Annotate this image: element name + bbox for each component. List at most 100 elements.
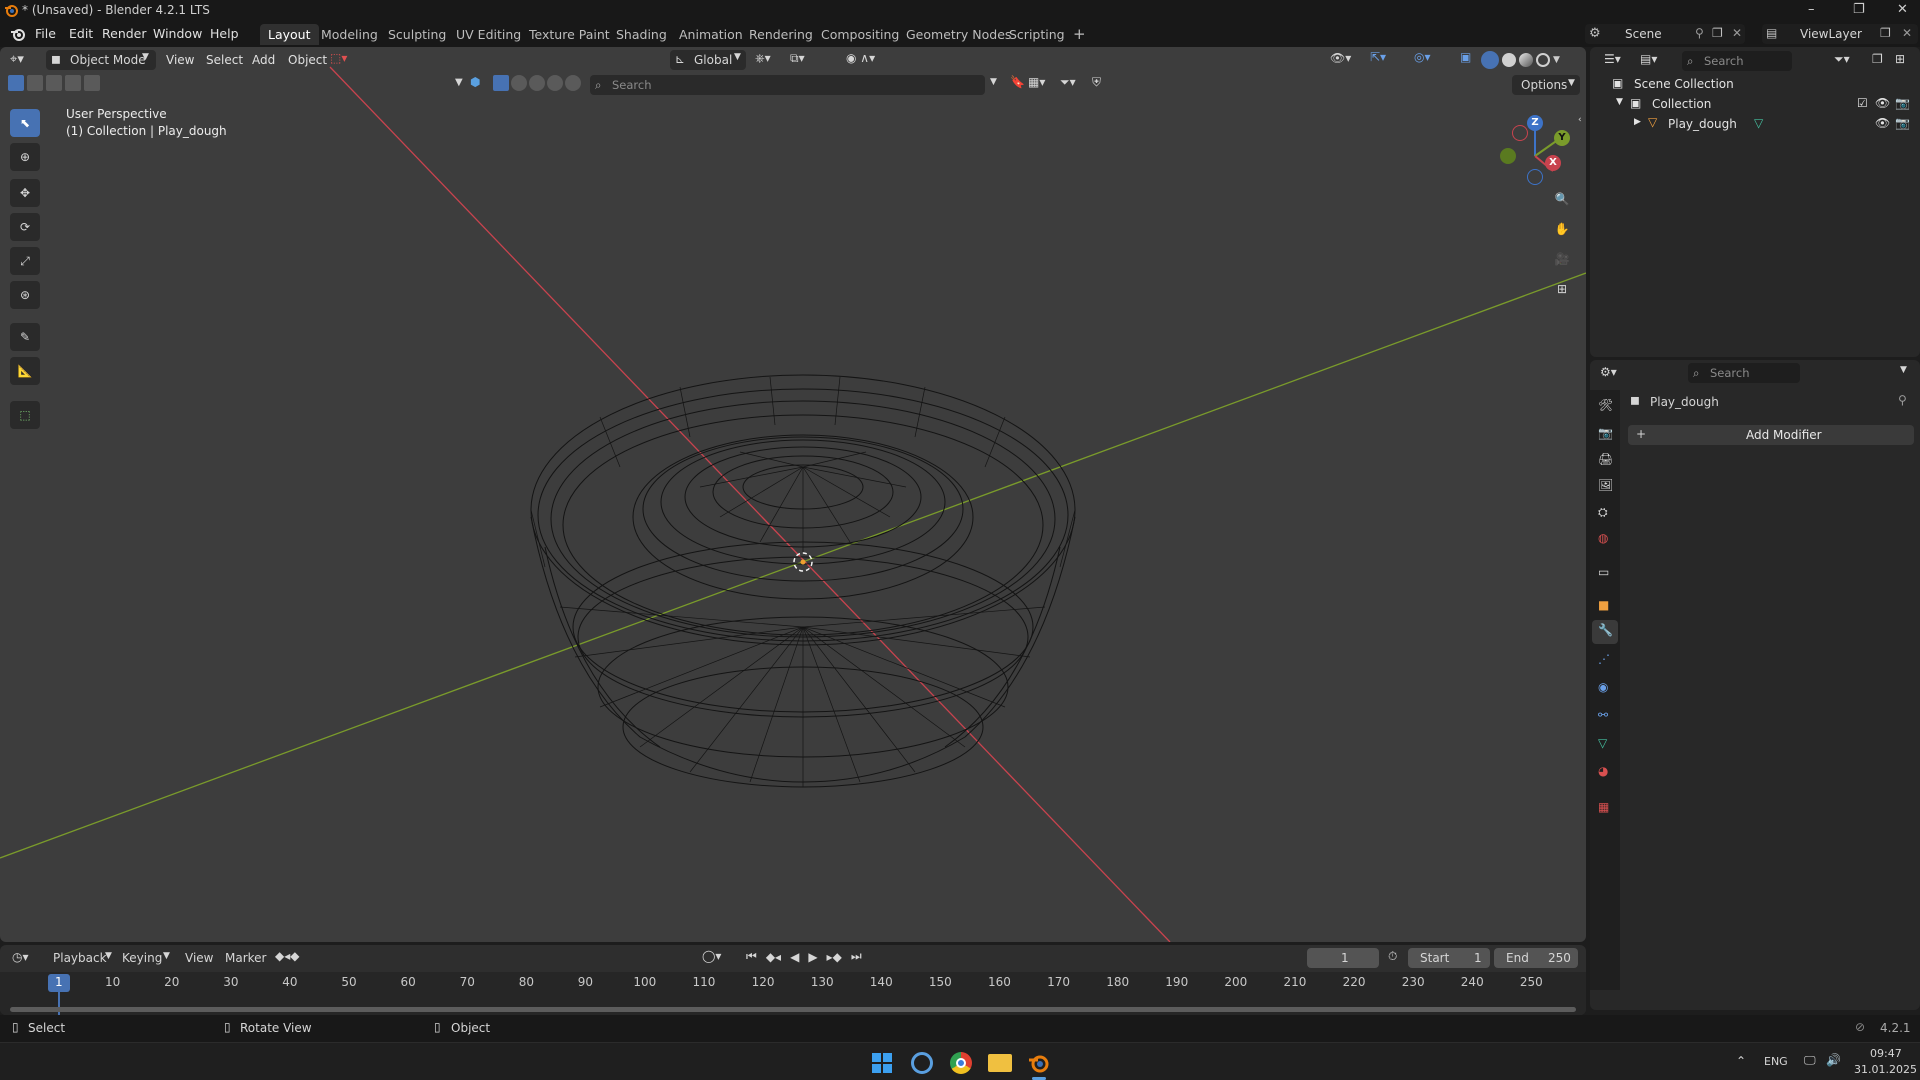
current-frame-field[interactable]: 1 [1307,948,1379,968]
editor-type-icon[interactable]: ⌖▾ [10,52,24,67]
data-tab-icon[interactable]: ▽ [1598,736,1607,750]
scale-tool[interactable]: ⤢ [10,247,40,275]
menu-help[interactable]: Help [210,26,239,41]
new-collection-icon[interactable]: ❐ [1872,52,1883,66]
collection-tab-icon[interactable]: ▭ [1598,565,1609,579]
outliner-editor-icon[interactable]: ☰▾ [1604,52,1621,66]
orientation-selector[interactable]: ⊾ Global ▼ [670,50,746,70]
bookmark-icon[interactable]: 🔖 [1010,75,1025,89]
menu-view[interactable]: View [185,951,213,965]
menu-keying[interactable]: Keying [122,951,162,965]
select-intersect-icon[interactable] [84,75,100,91]
constraints-tab-icon[interactable]: ⚯ [1598,708,1608,722]
expand-icon[interactable]: ▼ [1616,97,1623,107]
gizmo-neg-y-axis[interactable] [1500,148,1516,164]
3d-viewport[interactable]: ⌖▾ ◼ Object Mode ▼ View Select Add Objec… [0,47,1586,942]
gizmo-z-axis[interactable]: Z [1527,115,1543,131]
menu-render[interactable]: Render [102,26,147,41]
add-icon[interactable]: ⊞ [1895,52,1905,66]
record-icon[interactable]: ◯▾ [702,949,721,963]
tab-texture-paint[interactable]: Texture Paint [521,24,618,45]
texture-tab-icon[interactable]: ▦ [1598,800,1609,814]
add-modifier-button[interactable]: + Add Modifier [1628,425,1914,445]
delete-scene-icon[interactable]: ✕ [1732,26,1742,40]
view-layer-tab-icon[interactable]: 🖼 [1598,478,1613,492]
blender-taskbar-icon[interactable] [1027,1052,1049,1074]
filter-light-icon[interactable] [511,75,527,91]
select-new-icon[interactable] [8,75,24,91]
object-types-icon[interactable]: ⬢ [470,75,480,89]
tab-scripting[interactable]: Scripting [1001,24,1073,45]
tree-play-dough[interactable]: ▶ ▽ Play_dough ▽ 👁 📷 [1590,114,1920,134]
transform-tool[interactable]: ⊛ [10,281,40,309]
material-tab-icon[interactable]: ◕ [1598,764,1608,778]
select-invert-icon[interactable] [65,75,81,91]
menu-edit[interactable]: Edit [69,26,93,41]
prev-keyframe-icon[interactable]: ◆◂ [766,950,781,964]
play-icon[interactable]: ▶ [808,950,817,964]
language-label[interactable]: ENG [1764,1055,1788,1068]
start-button[interactable] [871,1052,893,1074]
tree-scene-collection[interactable]: ▣ Scene Collection [1590,74,1920,94]
menu-file[interactable]: File [35,26,56,41]
menu-marker[interactable]: Marker [225,951,266,965]
tray-chevron-icon[interactable]: ⌃ [1736,1054,1746,1068]
particles-tab-icon[interactable]: ⋰ [1598,652,1610,666]
world-tab-icon[interactable]: ◍ [1598,531,1608,545]
menu-playback[interactable]: Playback [53,951,107,965]
menu-select[interactable]: Select [206,53,243,67]
visibility-icon[interactable]: 👁▾ [1330,51,1351,65]
modifier-tab-active[interactable]: 🔧 [1592,620,1618,644]
select-box-tool[interactable]: ⬉ [10,109,40,137]
timeline-scrollbar[interactable] [10,1007,1576,1012]
rotate-tool[interactable]: ⟳ [10,213,40,241]
tab-sculpting[interactable]: Sculpting [380,24,454,45]
filter-mesh-icon[interactable] [493,75,509,91]
tab-compositing[interactable]: Compositing [813,24,907,45]
chevron-down-icon[interactable]: ▼ [990,77,997,87]
jump-start-icon[interactable]: ⏮ [746,949,757,964]
tab-layout[interactable]: Layout [260,24,319,45]
scene-canvas[interactable] [0,47,1586,942]
camera-icon[interactable]: 📷 [1895,96,1910,110]
pin-icon[interactable]: ⚲ [1695,26,1704,40]
cursor-tool[interactable]: ⊕ [10,143,40,171]
monitor-icon[interactable]: 🖵 [1804,1053,1816,1068]
xray-icon[interactable]: ▣ [1460,50,1471,64]
close-button[interactable]: ✕ [1897,2,1908,17]
maximize-button[interactable]: ❐ [1853,2,1865,17]
minimize-button[interactable]: – [1808,2,1815,17]
snap-target-icon[interactable]: ⬚▾ [330,51,347,65]
snap-icon[interactable]: ⧉▾ [790,51,805,66]
next-keyframe-icon[interactable]: ▸◆ [827,950,842,964]
start-frame-field[interactable]: Start 1 [1408,948,1490,968]
pin-icon[interactable]: ⚲ [1898,393,1907,407]
solid-shading-icon[interactable] [1502,53,1516,67]
viewlayer-selector[interactable]: ▤ ViewLayer ❐ ✕ [1762,24,1918,44]
filter-camera-icon[interactable] [529,75,545,91]
display-mode-icon[interactable]: ▦▾ [1028,75,1045,89]
eye-icon[interactable]: 👁 [1875,96,1890,110]
zoom-button[interactable]: 🔍 [1548,185,1576,213]
viewport-search-input[interactable]: ⌕ Search [590,75,985,95]
gizmo-x-axis[interactable]: X [1545,155,1561,171]
tab-rendering[interactable]: Rendering [741,24,821,45]
filter-icon[interactable]: ⏷▾ [1834,52,1850,67]
clock-time[interactable]: 09:47 [1870,1047,1902,1060]
overlay-icon[interactable]: ◎▾ [1414,50,1431,64]
mode-selector[interactable]: ◼ Object Mode ▼ [46,50,156,70]
new-viewlayer-icon[interactable]: ❐ [1880,26,1891,40]
menu-object[interactable]: Object [288,53,327,67]
pan-button[interactable]: ✋ [1548,215,1576,243]
move-tool[interactable]: ✥ [10,179,40,207]
shield-icon[interactable]: ⛨ [1092,75,1101,90]
scene-tab-icon[interactable]: ⛭ [1598,505,1608,520]
menu-add[interactable]: Add [252,53,275,67]
outliner-search-input[interactable]: ⌕ Search [1682,51,1792,71]
gizmo-icon[interactable]: ⇱▾ [1370,50,1386,64]
current-frame-marker[interactable]: 1 [48,974,70,992]
gizmo-neg-x-axis[interactable] [1512,125,1528,141]
new-scene-icon[interactable]: ❐ [1712,26,1723,40]
wireframe-shading-icon[interactable] [1481,51,1499,69]
add-cube-tool[interactable]: ⬚ [10,401,40,429]
